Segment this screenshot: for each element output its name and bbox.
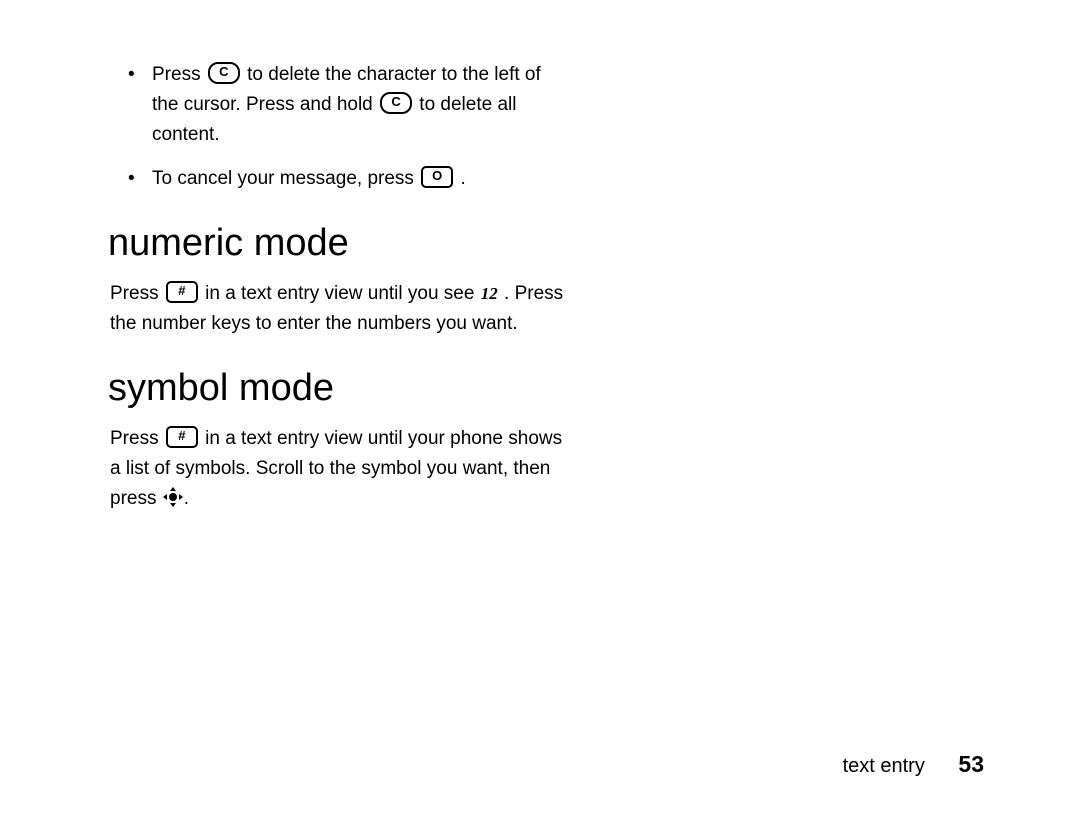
- hash-key-icon: #: [166, 281, 198, 303]
- list-item: To cancel your message, press O .: [152, 164, 570, 194]
- paragraph: Press # in a text entry view until you s…: [110, 279, 570, 339]
- text-run: Press: [110, 428, 164, 449]
- page-footer: text entry 53: [843, 751, 984, 778]
- page-number: 53: [958, 751, 984, 777]
- delete-key-icon: C: [208, 62, 240, 84]
- footer-section-label: text entry: [843, 755, 925, 777]
- text-run: Press: [110, 283, 164, 304]
- list-item: Press C to delete the character to the l…: [152, 60, 570, 150]
- mode-indicator-icon: 12: [481, 279, 498, 309]
- delete-key-icon: C: [380, 92, 412, 114]
- hash-key-icon: #: [166, 426, 198, 448]
- text-run: To cancel your message, press: [152, 168, 419, 189]
- center-select-icon: [164, 488, 182, 506]
- text-run: .: [184, 488, 189, 509]
- manual-page: Press C to delete the character to the l…: [0, 0, 1080, 834]
- heading-numeric-mode: numeric mode: [108, 222, 570, 265]
- text-run: in a text entry view until you see: [205, 283, 480, 304]
- end-key-icon: O: [421, 166, 453, 188]
- body-column: Press C to delete the character to the l…: [110, 60, 570, 534]
- bullet-list: Press C to delete the character to the l…: [110, 60, 570, 194]
- heading-symbol-mode: symbol mode: [108, 367, 570, 410]
- paragraph: Press # in a text entry view until your …: [110, 424, 570, 514]
- text-run: Press: [152, 64, 206, 85]
- text-run: .: [460, 168, 465, 189]
